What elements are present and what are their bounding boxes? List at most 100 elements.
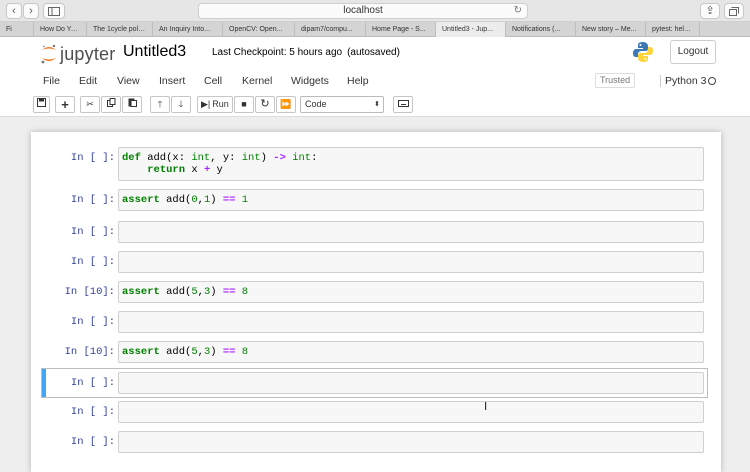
forward-button[interactable]: › — [23, 3, 39, 19]
code-line: ​ — [122, 316, 700, 328]
cell-prompt: In [ ]: — [70, 194, 115, 206]
command-palette-button[interactable] — [393, 96, 413, 113]
cell-prompt: In [10]: — [64, 286, 115, 298]
code-input[interactable]: ​ — [118, 311, 704, 333]
code-line: ​ — [122, 436, 700, 448]
code-line: ​ — [122, 226, 700, 238]
cut-button[interactable]: ✂ — [80, 96, 100, 113]
code-input[interactable]: assert add(5,3) == 8 — [118, 281, 704, 303]
keyboard-icon — [397, 100, 409, 107]
cell-prompt: In [ ]: — [70, 226, 115, 238]
menu-widgets[interactable]: Widgets — [291, 75, 329, 87]
arrow-down-icon: 🡓 — [178, 99, 184, 109]
notebook-cell[interactable]: In [ ]: def add(x: int, y: int) -> int: r… — [31, 146, 721, 188]
code-input[interactable]: ​ — [118, 401, 704, 423]
python-logo-icon — [632, 41, 654, 68]
notebook-area: In [ ]: def add(x: int, y: int) -> int: r… — [0, 118, 750, 472]
paste-button[interactable] — [122, 96, 142, 113]
interrupt-button[interactable]: ■ — [234, 96, 254, 113]
run-label: Run — [212, 99, 229, 109]
back-button[interactable]: ‹ — [6, 3, 22, 19]
notebook-container: In [ ]: def add(x: int, y: int) -> int: r… — [31, 132, 721, 472]
save-button[interactable] — [33, 96, 50, 113]
jupyter-header: jupyter Untitled3 Last Checkpoint: 5 hou… — [0, 37, 750, 69]
move-down-button[interactable]: 🡓 — [171, 96, 191, 113]
browser-tab[interactable]: Notifications (... — [506, 22, 576, 37]
browser-tab[interactable]: How Do You F — [34, 22, 87, 37]
menu-edit[interactable]: Edit — [79, 75, 97, 87]
plus-icon: + — [61, 97, 69, 112]
notebook-cell[interactable]: In [ ]: ​ — [31, 310, 721, 340]
browser-tab[interactable]: Home Page - S... — [366, 22, 436, 37]
notebook-cell[interactable]: In [10]: assert add(5,3) == 8 — [31, 280, 721, 310]
kernel-idle-icon — [708, 77, 716, 85]
url-bar[interactable]: localhost ↻ — [198, 3, 528, 19]
menu-file[interactable]: File — [43, 75, 60, 87]
arrow-up-icon: 🡑 — [157, 99, 163, 109]
code-input[interactable]: ​ — [118, 431, 704, 453]
code-line: ​ — [122, 377, 700, 389]
browser-tab[interactable]: OpenCV: Open... — [223, 22, 295, 37]
kernel-name: Python 3 — [660, 75, 706, 87]
restart-icon: ↻ — [260, 98, 270, 110]
notebook-cell[interactable]: In [ ]: ​ — [31, 250, 721, 280]
autosave-status: (autosaved) — [347, 47, 400, 58]
browser-tab[interactable]: Fi — [0, 22, 34, 37]
insert-cell-button[interactable]: + — [55, 96, 75, 113]
menu-help[interactable]: Help — [347, 75, 369, 87]
cell-prompt: In [ ]: — [70, 152, 115, 164]
restart-button[interactable]: ↻ — [255, 96, 275, 113]
copy-button[interactable] — [101, 96, 121, 113]
browser-tab[interactable]: An Inquiry Into... — [153, 22, 223, 37]
notebook-cell[interactable]: In [ ]: assert add(0,1) == 1 — [31, 188, 721, 218]
cell-prompt: In [ ]: — [70, 406, 115, 418]
code-input[interactable]: ​ — [118, 221, 704, 243]
code-input[interactable]: def add(x: int, y: int) -> int: return x… — [118, 147, 704, 181]
code-line: assert add(0,1) == 1 — [122, 194, 249, 206]
notebook-cell[interactable]: In [ ]: ​ — [31, 220, 721, 250]
notebook-cell[interactable]: In [10]: assert add(5,3) == 8 — [31, 340, 721, 370]
menu-insert[interactable]: Insert — [159, 75, 185, 87]
code-input[interactable]: assert add(5,3) == 8 — [118, 341, 704, 363]
browser-tab[interactable]: The 1cycle policy — [87, 22, 153, 37]
move-up-button[interactable]: 🡑 — [150, 96, 170, 113]
notebook-cell[interactable]: In [ ]: ​ — [31, 400, 721, 430]
jupyter-wordmark: jupyter — [60, 43, 116, 64]
save-icon — [37, 98, 46, 107]
select-arrows-icon: ⬍ — [374, 101, 380, 108]
code-input[interactable]: ​ — [118, 251, 704, 273]
text-cursor-icon: I — [484, 400, 488, 413]
notebook-cell[interactable]: In [ ]: ​ — [31, 430, 721, 460]
cell-prompt: In [ ]: — [70, 256, 115, 268]
menu-kernel[interactable]: Kernel — [242, 75, 272, 87]
jupyter-logo[interactable]: jupyter — [40, 43, 115, 65]
reload-icon[interactable]: ↻ — [514, 4, 522, 18]
browser-tab[interactable]: Untitled3 - Jup... — [436, 22, 506, 37]
logout-button[interactable]: Logout — [670, 40, 716, 64]
paste-icon — [128, 98, 137, 107]
code-input[interactable]: assert add(0,1) == 1 — [118, 189, 704, 211]
cell-prompt: In [10]: — [64, 346, 115, 358]
menu-view[interactable]: View — [117, 75, 140, 87]
notebook-title[interactable]: Untitled3 — [123, 43, 186, 61]
browser-tab[interactable]: pytest: helps y... — [646, 22, 700, 37]
run-button[interactable]: ▶| Run — [197, 96, 233, 113]
stop-icon: ■ — [241, 99, 247, 109]
code-input[interactable]: ​ — [118, 372, 704, 394]
restart-run-all-button[interactable]: ⏩ — [276, 96, 296, 113]
code-line: def add(x: int, y: int) -> int: — [122, 152, 318, 164]
sidebar-icon[interactable] — [43, 3, 65, 19]
trusted-badge[interactable]: Trusted — [595, 73, 636, 88]
checkpoint-status: Last Checkpoint: 5 hours ago (autosaved) — [212, 47, 400, 58]
share-icon[interactable]: ⇪ — [700, 3, 720, 19]
browser-tab[interactable]: New story – Me... — [576, 22, 646, 37]
browser-toolbar: ‹ › localhost ↻ ⇪ — [0, 0, 750, 22]
tabs-overview-icon[interactable] — [724, 3, 744, 19]
cell-prompt: In [ ]: — [70, 316, 115, 328]
browser-tab[interactable]: dipam7/compu... — [295, 22, 366, 37]
checkpoint-text: Last Checkpoint: 5 hours ago — [212, 47, 343, 58]
url-text: localhost — [343, 5, 383, 16]
cell-type-select[interactable]: Code ⬍ — [300, 96, 384, 113]
notebook-cell[interactable]: In [ ]: ​ — [31, 368, 721, 398]
menu-cell[interactable]: Cell — [204, 75, 222, 87]
